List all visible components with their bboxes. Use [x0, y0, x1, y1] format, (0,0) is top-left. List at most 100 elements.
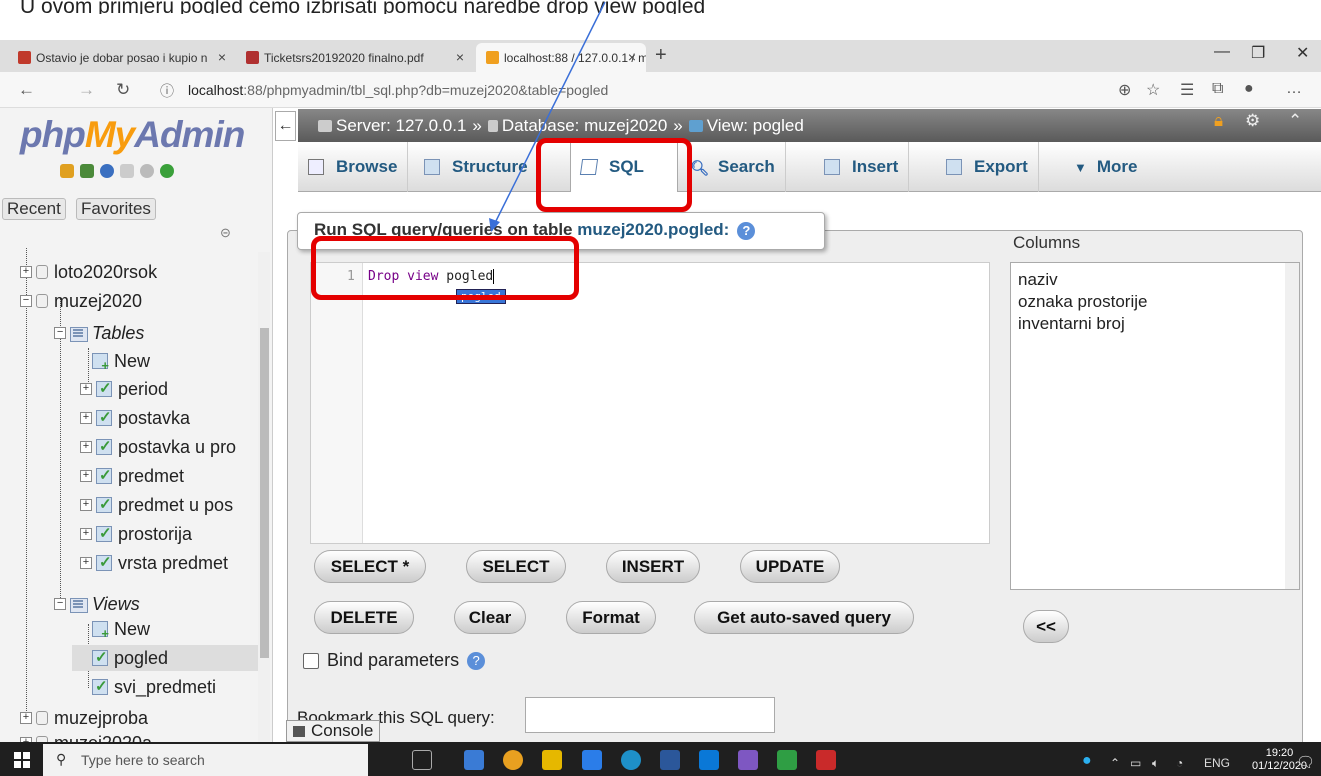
back-icon[interactable]: ← [18, 80, 35, 100]
settings-icon[interactable] [140, 164, 154, 178]
tree-table-new[interactable]: New [92, 348, 150, 374]
help-icon[interactable]: ? [737, 221, 756, 240]
tree-db-loto2020rsok[interactable]: + loto2020rsok [20, 259, 157, 285]
link-icon[interactable]: ⊝ [220, 225, 231, 241]
expand-icon[interactable]: + [80, 528, 92, 540]
format-button[interactable]: Format [566, 601, 656, 634]
docs-icon[interactable] [120, 164, 134, 178]
favorites-tab[interactable]: Favorites [76, 198, 156, 220]
new-tab-icon[interactable]: + [655, 44, 667, 67]
collapse-icon[interactable]: − [54, 327, 66, 339]
mail-icon[interactable] [699, 750, 719, 770]
delete-button[interactable]: DELETE [314, 601, 414, 634]
tree-db-muzej2020a[interactable]: +muzej2020a [20, 730, 152, 742]
vs-code-icon[interactable] [582, 750, 602, 770]
notifications-icon[interactable]: 🗨︎ [1296, 753, 1315, 771]
close-icon[interactable]: × [456, 49, 464, 65]
tree-tables[interactable]: − Tables [54, 320, 144, 346]
lock-icon[interactable]: 🔒︎ [1214, 111, 1223, 131]
legend-table[interactable]: muzej2020.pogled: [577, 220, 729, 239]
close-window-icon[interactable]: ✕ [1296, 43, 1309, 63]
tree-db-muzej2020[interactable]: − muzej2020 [20, 288, 142, 314]
bookmark-input[interactable] [525, 697, 775, 733]
collections-icon[interactable]: ⧉ [1212, 80, 1223, 98]
volume-icon[interactable]: 🔈︎ [1152, 756, 1159, 771]
bind-parameters-checkbox[interactable] [303, 652, 319, 669]
tab-insert[interactable]: Insert [814, 142, 910, 192]
help-tray-icon[interactable]: ● [1082, 752, 1092, 770]
store-icon[interactable] [542, 750, 562, 770]
expand-icon[interactable]: + [80, 557, 92, 569]
expand-icon[interactable]: + [80, 441, 92, 453]
tree-table-predmet-u-postavci[interactable]: + predmet u pos [80, 492, 233, 518]
tree-view-svi-predmeti[interactable]: svi_predmeti [92, 674, 216, 700]
collapse-columns-button[interactable]: << [1023, 610, 1069, 643]
tree-table-period[interactable]: + period [80, 376, 168, 402]
navigation-scrollbar[interactable] [258, 252, 270, 742]
tree-table-predmet[interactable]: + predmet [80, 463, 184, 489]
restore-icon[interactable]: ❐ [1251, 43, 1265, 63]
edge-icon[interactable] [621, 750, 641, 770]
tree-db-muzejproba[interactable]: + muzejproba [20, 705, 148, 731]
refresh-icon[interactable]: ↻ [116, 80, 130, 100]
phpmyadmin-logo[interactable]: phpMyAdmin [20, 114, 245, 156]
forward-icon[interactable]: → [78, 80, 95, 100]
column-option[interactable]: oznaka prostorije [1011, 291, 1299, 313]
expand-icon[interactable]: + [80, 470, 92, 482]
battery-icon[interactable]: ▭ [1130, 756, 1141, 770]
chrome-icon[interactable] [503, 750, 523, 770]
tab-search[interactable]: 🔍︎ Search [680, 142, 786, 192]
tree-table-postavka-u-prostoriji[interactable]: + postavka u pro [80, 434, 236, 460]
minimize-icon[interactable]: — [1214, 43, 1230, 61]
browser-tab-2[interactable]: Ticketsrs20192020 finalno.pdf × [236, 43, 474, 72]
settings-gear-icon[interactable]: ⚙ [1245, 111, 1260, 131]
collapse-top-icon[interactable]: ⌃ [1288, 111, 1302, 131]
clear-button[interactable]: Clear [454, 601, 526, 634]
expand-icon[interactable]: + [80, 412, 92, 424]
column-option[interactable]: naziv [1011, 269, 1299, 291]
help-icon[interactable] [100, 164, 114, 178]
pdf-app-icon[interactable] [816, 750, 836, 770]
select-star-button[interactable]: SELECT * [314, 550, 426, 583]
columns-scrollbar[interactable] [1285, 263, 1299, 589]
sql-editor[interactable]: 1 Drop view pogled pogled [310, 262, 990, 544]
windows-start-icon[interactable] [14, 752, 30, 768]
wifi-icon[interactable]: ◔ [1176, 756, 1183, 770]
app-icon[interactable] [777, 750, 797, 770]
reload-icon[interactable] [160, 164, 174, 178]
browser-tab-1[interactable]: Ostavio je dobar posao i kupio n × [8, 43, 236, 72]
tree-table-prostorija[interactable]: + prostorija [80, 521, 192, 547]
info-icon[interactable]: ⓘ [160, 81, 174, 101]
tree-view-pogled[interactable]: pogled [72, 645, 258, 671]
column-option[interactable]: inventarni broj [1011, 313, 1299, 335]
recent-tab[interactable]: Recent [2, 198, 66, 220]
close-icon[interactable]: × [628, 49, 636, 65]
url-field[interactable]: localhost:88/phpmyadmin/tbl_sql.php?db=m… [188, 82, 608, 98]
close-icon[interactable]: × [218, 49, 226, 65]
home-icon[interactable] [60, 164, 74, 178]
expand-icon[interactable]: + [20, 712, 32, 724]
select-button[interactable]: SELECT [466, 550, 566, 583]
tab-export[interactable]: Export [936, 142, 1039, 192]
profile-icon[interactable]: ● [1244, 80, 1254, 98]
scrollbar-thumb[interactable] [260, 328, 269, 658]
task-view-icon[interactable] [412, 750, 432, 770]
update-button[interactable]: UPDATE [740, 550, 840, 583]
breadcrumb-server[interactable]: Server: 127.0.0.1 [336, 116, 466, 136]
bind-parameters-label[interactable]: Bind parameters [327, 650, 459, 671]
breadcrumb-database[interactable]: Database: muzej2020 [502, 116, 667, 136]
get-auto-saved-query-button[interactable]: Get auto-saved query [694, 601, 914, 634]
browser-tab-3[interactable]: localhost:88 / 127.0.0.1 / muzej20 × [476, 43, 646, 72]
tray-chevron-icon[interactable]: ⌃ [1110, 756, 1120, 770]
visual-studio-icon[interactable] [738, 750, 758, 770]
tab-browse[interactable]: Browse [298, 142, 409, 192]
favorite-star-icon[interactable]: ☆ [1146, 80, 1160, 100]
zoom-icon[interactable]: ⊕ [1118, 80, 1131, 100]
logout-icon[interactable] [80, 164, 94, 178]
tree-table-postavka[interactable]: + postavka [80, 405, 190, 431]
word-icon[interactable] [660, 750, 680, 770]
more-menu-icon[interactable]: … [1286, 80, 1302, 98]
favorites-list-icon[interactable]: ☰ [1180, 80, 1194, 100]
collapse-icon[interactable]: − [54, 598, 66, 610]
columns-list[interactable]: naziv oznaka prostorije inventarni broj [1010, 262, 1300, 590]
